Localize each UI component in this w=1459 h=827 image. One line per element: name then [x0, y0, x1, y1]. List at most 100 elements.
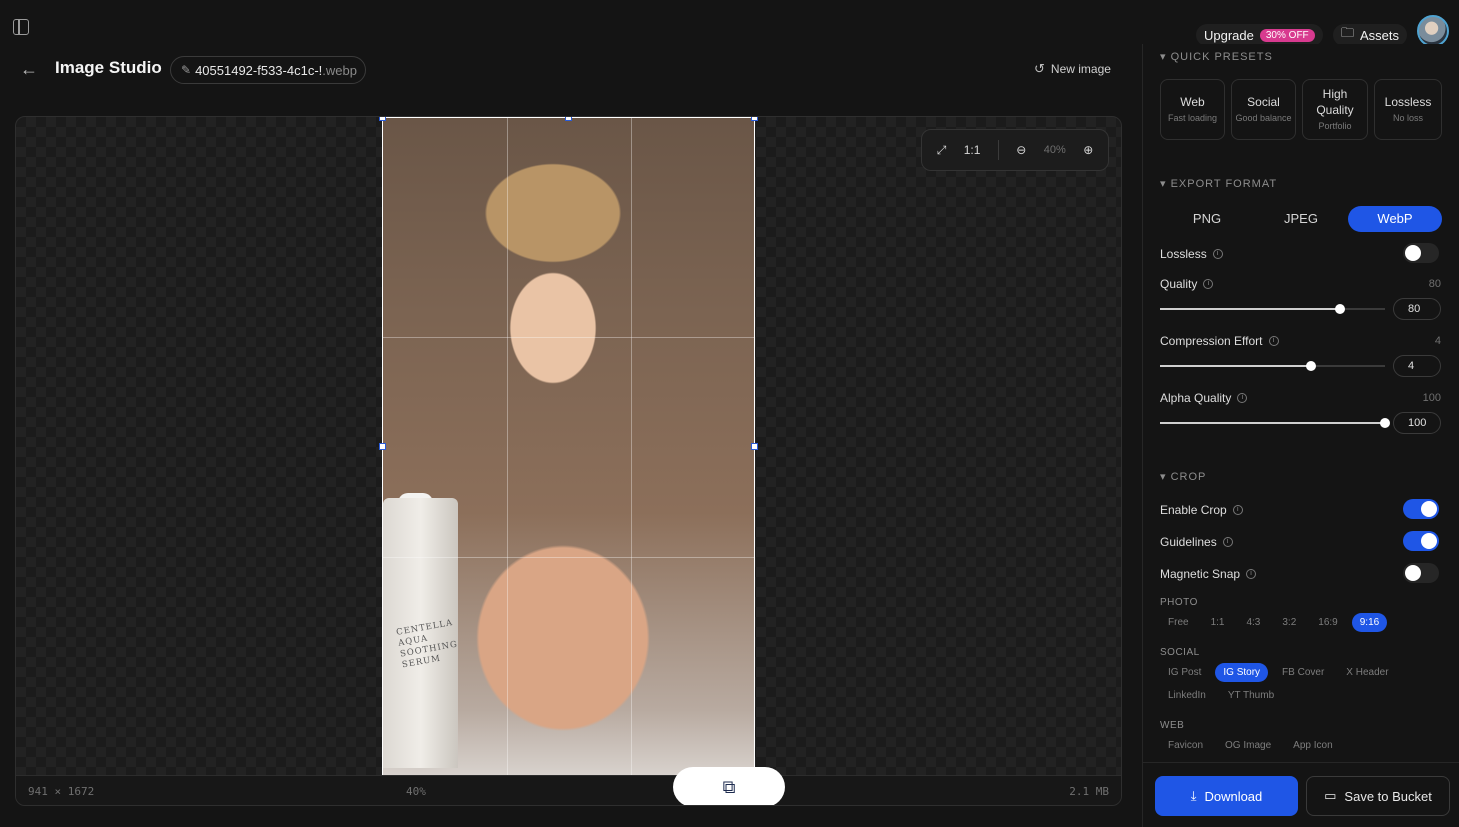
ratio-4-3[interactable]: 4:3 [1238, 613, 1268, 632]
photo-ratio-group: Free 1:1 4:3 3:2 16:9 9:16 [1160, 613, 1440, 632]
enable-crop-label: Enable Crop [1160, 503, 1227, 517]
format-jpeg[interactable]: JPEG [1254, 206, 1348, 232]
alpha-input[interactable]: 100 [1393, 412, 1441, 434]
upgrade-label: Upgrade [1204, 27, 1254, 43]
crop-handle-top-right[interactable] [751, 117, 758, 121]
ratio-favicon[interactable]: Favicon [1160, 736, 1211, 755]
ratio-free[interactable]: Free [1160, 613, 1197, 632]
ratio-ig-story[interactable]: IG Story [1215, 663, 1269, 682]
slider-thumb[interactable] [1305, 361, 1316, 371]
enable-crop-row: Enable Crop i [1160, 503, 1243, 517]
guidelines-label: Guidelines [1160, 535, 1217, 549]
crop-heading: ▾ CROP [1160, 471, 1207, 483]
info-icon[interactable]: i [1222, 537, 1233, 547]
new-image-label: New image [1050, 62, 1111, 76]
alpha-slider[interactable] [1160, 418, 1390, 428]
zoom-out-icon[interactable]: ⊖ [1016, 143, 1026, 157]
web-ratios-heading: WEB [1160, 720, 1185, 731]
toggle-knob [1405, 245, 1421, 261]
ratio-9-16[interactable]: 9:16 [1351, 613, 1388, 632]
toggle-knob [1405, 565, 1421, 581]
magnetic-snap-label: Magnetic Snap [1160, 567, 1241, 581]
preset-lossless[interactable]: Lossless No loss [1374, 79, 1442, 140]
crop-handle-top-left[interactable] [379, 117, 386, 121]
crop-handle-top[interactable] [565, 117, 572, 121]
upgrade-button[interactable]: Upgrade 30% OFF [1196, 24, 1323, 46]
lossless-row: Lossless i [1160, 247, 1223, 261]
effort-input[interactable]: 4 [1393, 355, 1441, 377]
preset-subtitle: Portfolio [1318, 121, 1352, 131]
file-name-field[interactable]: ✎ 40551492-f533-4c1c-! .webp [170, 56, 366, 84]
preset-title: High Quality [1316, 87, 1354, 117]
guidelines-toggle[interactable] [1403, 531, 1439, 551]
ratio-ig-post[interactable]: IG Post [1160, 663, 1209, 682]
toggle-knob [1421, 533, 1437, 549]
effort-label: Compression Effort [1160, 334, 1263, 348]
compare-toggle-button[interactable]: ⧉ [673, 767, 785, 805]
ratio-og-image[interactable]: OG Image [1217, 736, 1279, 755]
info-icon[interactable]: i [1203, 279, 1214, 289]
save-to-bucket-button[interactable]: ▭ Save to Bucket [1306, 776, 1450, 816]
quality-slider[interactable] [1160, 304, 1385, 314]
back-arrow-icon[interactable]: ← [20, 60, 38, 78]
ratio-fb-cover[interactable]: FB Cover [1274, 663, 1332, 682]
actual-size-button[interactable]: 1:1 [964, 143, 981, 157]
panel-footer: ⤓ Download ▭ Save to Bucket [1143, 762, 1459, 827]
slider-fill [1160, 308, 1340, 310]
quick-presets-heading: ▾ QUICK PRESETS [1160, 51, 1273, 63]
ratio-16-9[interactable]: 16:9 [1310, 613, 1345, 632]
slider-thumb[interactable] [1335, 304, 1345, 314]
crop-handle-right[interactable] [751, 443, 758, 450]
magnetic-snap-row: Magnetic Snap i [1160, 567, 1257, 581]
info-icon[interactable]: i [1268, 336, 1279, 346]
preset-title: Social [1247, 95, 1280, 109]
ratio-3-2[interactable]: 3:2 [1274, 613, 1304, 632]
effort-readout: 4 [1434, 335, 1441, 347]
expand-icon[interactable]: ⤢ [937, 143, 947, 158]
enable-crop-toggle[interactable] [1403, 499, 1439, 519]
zoom-in-icon[interactable]: ⊕ [1083, 143, 1093, 157]
sidebar-toggle-icon[interactable] [13, 19, 29, 35]
ratio-yt-thumb[interactable]: YT Thumb [1220, 686, 1282, 705]
info-icon[interactable]: i [1212, 249, 1223, 259]
format-selector: PNG JPEG WebP [1160, 206, 1442, 232]
guidelines-row: Guidelines i [1160, 535, 1233, 549]
ratio-x-header[interactable]: X Header [1338, 663, 1396, 682]
crop-handle-left[interactable] [379, 443, 386, 450]
info-icon[interactable]: i [1237, 393, 1248, 403]
social-ratios-heading: SOCIAL [1160, 647, 1200, 658]
crop-guideline [507, 118, 508, 775]
info-icon[interactable]: i [1232, 505, 1243, 515]
ratio-1-1[interactable]: 1:1 [1203, 613, 1233, 632]
slider-fill [1160, 422, 1385, 424]
new-image-button[interactable]: ↺ New image [1034, 61, 1111, 77]
lossless-toggle[interactable] [1403, 243, 1439, 263]
magnetic-snap-toggle[interactable] [1403, 563, 1439, 583]
download-button[interactable]: ⤓ Download [1155, 776, 1298, 816]
slider-thumb[interactable] [1380, 418, 1390, 428]
preset-high-quality[interactable]: High Quality Portfolio [1302, 79, 1368, 140]
avatar[interactable] [1417, 15, 1449, 47]
assets-button[interactable]: 🗀 Assets [1333, 24, 1408, 46]
info-icon[interactable]: i [1246, 569, 1257, 579]
image-canvas[interactable]: CENTELLA AQUA SOOTHING SERUM ⤢ 1:1 ⊖ 40%… [15, 116, 1122, 806]
format-webp[interactable]: WebP [1348, 206, 1442, 232]
ratio-app-icon[interactable]: App Icon [1285, 736, 1340, 755]
effort-slider[interactable] [1160, 361, 1385, 371]
preset-social[interactable]: Social Good balance [1231, 79, 1296, 140]
status-zoom: 40% [406, 785, 426, 798]
alpha-row: Alpha Quality i [1160, 391, 1248, 405]
effort-row: Compression Effort i [1160, 334, 1279, 348]
format-png[interactable]: PNG [1160, 206, 1254, 232]
crop-guideline [383, 337, 754, 338]
quality-label: Quality [1160, 277, 1198, 291]
crop-guideline [631, 118, 632, 775]
slider-fill [1160, 365, 1311, 367]
preset-web[interactable]: Web Fast loading [1160, 79, 1225, 140]
page-title: Image Studio [55, 58, 162, 77]
crop-box[interactable] [379, 117, 758, 776]
discount-badge: 30% OFF [1259, 28, 1315, 42]
alpha-readout: 100 [1422, 392, 1441, 404]
quality-input[interactable]: 80 [1393, 298, 1441, 320]
ratio-linkedin[interactable]: LinkedIn [1160, 686, 1214, 705]
